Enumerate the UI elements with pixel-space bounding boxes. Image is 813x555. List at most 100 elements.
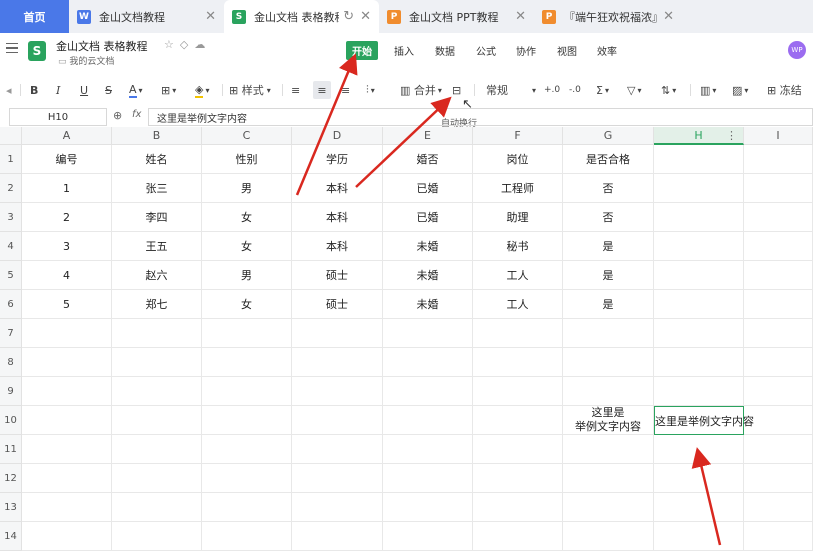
cell-h9[interactable] (654, 377, 744, 406)
align-right-icon[interactable]: ≡ (341, 81, 350, 99)
cell-h4[interactable] (654, 232, 744, 261)
column-header-e[interactable]: E (383, 127, 473, 145)
cell-d12[interactable] (292, 464, 383, 493)
cell-f1[interactable]: 岗位 (473, 145, 563, 174)
cell-c10[interactable] (202, 406, 292, 435)
tag-icon[interactable]: ◇ (180, 38, 194, 51)
column-header-b[interactable]: B (112, 127, 202, 145)
strikethrough-icon[interactable]: S (105, 81, 112, 99)
cell-i10[interactable] (744, 406, 813, 435)
cell-h13[interactable] (654, 493, 744, 522)
cell-d13[interactable] (292, 493, 383, 522)
cell-a13[interactable] (22, 493, 112, 522)
cell-b4[interactable]: 王五 (112, 232, 202, 261)
cell-i5[interactable] (744, 261, 813, 290)
cell-a8[interactable] (22, 348, 112, 377)
vertical-align-icon[interactable]: ⫶ ▾ (366, 81, 375, 99)
cell-f14[interactable] (473, 522, 563, 551)
row-header-6[interactable]: 6 (0, 290, 22, 319)
cell-e3[interactable]: 已婚 (383, 203, 473, 232)
cell-h3[interactable] (654, 203, 744, 232)
row-header-9[interactable]: 9 (0, 377, 22, 406)
cell-a9[interactable] (22, 377, 112, 406)
cell-i1[interactable] (744, 145, 813, 174)
row-header-7[interactable]: 7 (0, 319, 22, 348)
cell-i3[interactable] (744, 203, 813, 232)
cell-d2[interactable]: 本科 (292, 174, 383, 203)
cell-style-button[interactable]: ⊞ 样式 ▾ (229, 81, 271, 99)
cell-f8[interactable] (473, 348, 563, 377)
cell-b13[interactable] (112, 493, 202, 522)
cell-a12[interactable] (22, 464, 112, 493)
document-location[interactable]: ▭ 我的云文档 (58, 54, 114, 67)
sort-icon[interactable]: ⇅ ▾ (661, 81, 676, 99)
cell-a7[interactable] (22, 319, 112, 348)
decrease-decimal-icon[interactable]: -.0 (569, 81, 581, 99)
cell-g2[interactable]: 否 (563, 174, 654, 203)
hamburger-menu-icon[interactable] (6, 43, 18, 53)
cell-i8[interactable] (744, 348, 813, 377)
tab-dragon-boat[interactable]: P 『端午狂欢祝福浓』 ✕ (534, 0, 682, 33)
avatar[interactable]: WP (788, 41, 806, 59)
cell-i11[interactable] (744, 435, 813, 464)
cell-c8[interactable] (202, 348, 292, 377)
sum-icon[interactable]: Σ ▾ (596, 81, 609, 99)
cell-h6[interactable] (654, 290, 744, 319)
cell-f12[interactable] (473, 464, 563, 493)
cell-a10[interactable] (22, 406, 112, 435)
menu-collaborate[interactable]: 协作 (516, 43, 536, 58)
cell-b9[interactable] (112, 377, 202, 406)
menu-view[interactable]: 视图 (557, 43, 577, 58)
cell-e2[interactable]: 已婚 (383, 174, 473, 203)
column-header-c[interactable]: C (202, 127, 292, 145)
row-header-2[interactable]: 2 (0, 174, 22, 203)
collapse-left-icon[interactable]: ◂ (6, 81, 12, 99)
cell-g3[interactable]: 否 (563, 203, 654, 232)
bold-icon[interactable]: B (30, 81, 38, 99)
tab-doc-tutorial[interactable]: W 金山文档教程 ✕ (69, 0, 224, 33)
cell-f11[interactable] (473, 435, 563, 464)
cell-g12[interactable] (563, 464, 654, 493)
cell-d7[interactable] (292, 319, 383, 348)
tab-ppt-tutorial[interactable]: P 金山文档 PPT教程 ✕ (379, 0, 534, 33)
cell-c7[interactable] (202, 319, 292, 348)
cell-f7[interactable] (473, 319, 563, 348)
cell-g7[interactable] (563, 319, 654, 348)
cell-g13[interactable] (563, 493, 654, 522)
cell-i2[interactable] (744, 174, 813, 203)
cell-h14[interactable] (654, 522, 744, 551)
cell-b10[interactable] (112, 406, 202, 435)
column-header-f[interactable]: F (473, 127, 563, 145)
cell-h1[interactable] (654, 145, 744, 174)
cell-e5[interactable]: 未婚 (383, 261, 473, 290)
wrap-text-icon[interactable]: ⊟ (452, 81, 461, 99)
cell-g8[interactable] (563, 348, 654, 377)
chart-icon[interactable]: ▥ ▾ (700, 81, 716, 99)
border-icon[interactable]: ⊞ ▾ (161, 81, 176, 99)
cell-c13[interactable] (202, 493, 292, 522)
cell-b11[interactable] (112, 435, 202, 464)
cell-g4[interactable]: 是 (563, 232, 654, 261)
cell-d6[interactable]: 硕士 (292, 290, 383, 319)
cell-a4[interactable]: 3 (22, 232, 112, 261)
cell-b8[interactable] (112, 348, 202, 377)
column-header-d[interactable]: D (292, 127, 383, 145)
close-icon[interactable]: ✕ (205, 9, 216, 24)
cell-g9[interactable] (563, 377, 654, 406)
cell-g14[interactable] (563, 522, 654, 551)
cell-f6[interactable]: 工人 (473, 290, 563, 319)
cell-h2[interactable] (654, 174, 744, 203)
close-icon[interactable]: ✕ (515, 9, 526, 24)
filter-icon[interactable]: ▽ ▾ (627, 81, 641, 99)
cell-g6[interactable]: 是 (563, 290, 654, 319)
cell-f2[interactable]: 工程师 (473, 174, 563, 203)
cell-b1[interactable]: 姓名 (112, 145, 202, 174)
cell-e14[interactable] (383, 522, 473, 551)
tab-sheet-tutorial[interactable]: S 金山文档 表格教程 ↻ ✕ (224, 0, 379, 33)
column-header-g[interactable]: G (563, 127, 654, 145)
zoom-icon[interactable]: ⊕ (113, 109, 122, 122)
cell-d4[interactable]: 本科 (292, 232, 383, 261)
cell-d3[interactable]: 本科 (292, 203, 383, 232)
formula-input[interactable]: 这里是举例文字内容 (148, 108, 813, 126)
menu-data[interactable]: 数据 (435, 43, 455, 58)
